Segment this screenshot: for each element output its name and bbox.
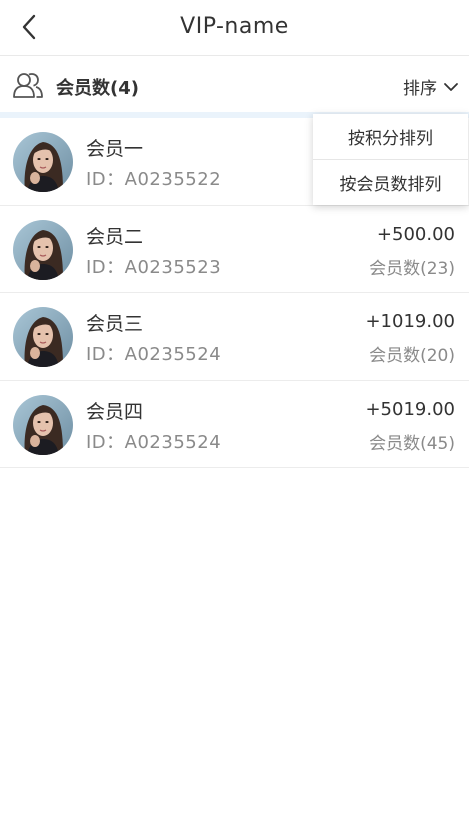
member-name: 会员二 [86,225,144,248]
member-sub-count: 会员数(45) [369,433,455,454]
avatar [13,394,73,455]
list-item[interactable]: 会员四 ID：A0235524 +5019.00 会员数(45) [0,380,469,468]
member-name: 会员三 [86,313,144,335]
list-item[interactable]: 会员二 ID：A0235523 +500.00 会员数(23) [0,205,469,293]
chevron-down-icon [444,82,458,91]
member-name: 会员四 [86,400,144,423]
member-id: ID：A0235524 [86,431,222,453]
member-id: ID：A0235523 [86,256,222,278]
member-points: +500.00 [376,223,455,245]
member-points: +1019.00 [365,311,455,332]
member-id: ID：A0235524 [86,344,222,365]
page-title: VIP-name [180,14,289,39]
member-count: 会员数(4) [56,78,139,99]
avatar [13,132,73,192]
member-points: +5019.00 [365,398,455,420]
list-item[interactable]: 会员三 ID：A0235524 +1019.00 会员数(20) [0,293,469,381]
avatar [13,307,73,367]
member-id: ID：A0235522 [86,169,222,190]
sort-button[interactable]: 排序 [403,74,459,99]
member-summary-bar: 会员数(4) 排序 [0,60,469,112]
sort-by-member-count-option[interactable]: 按会员数排列 [313,159,468,204]
users-group-icon [13,73,43,98]
avatar [13,219,73,280]
sort-label: 排序 [403,79,437,99]
sort-by-points-option[interactable]: 按积分排列 [313,114,468,159]
member-sub-count: 会员数(23) [369,258,455,279]
member-sub-count: 会员数(20) [369,346,455,366]
top-nav-bar: VIP-name [0,0,469,56]
member-name: 会员一 [86,138,144,160]
sort-dropdown-menu: 按积分排列 按会员数排列 [313,114,468,205]
